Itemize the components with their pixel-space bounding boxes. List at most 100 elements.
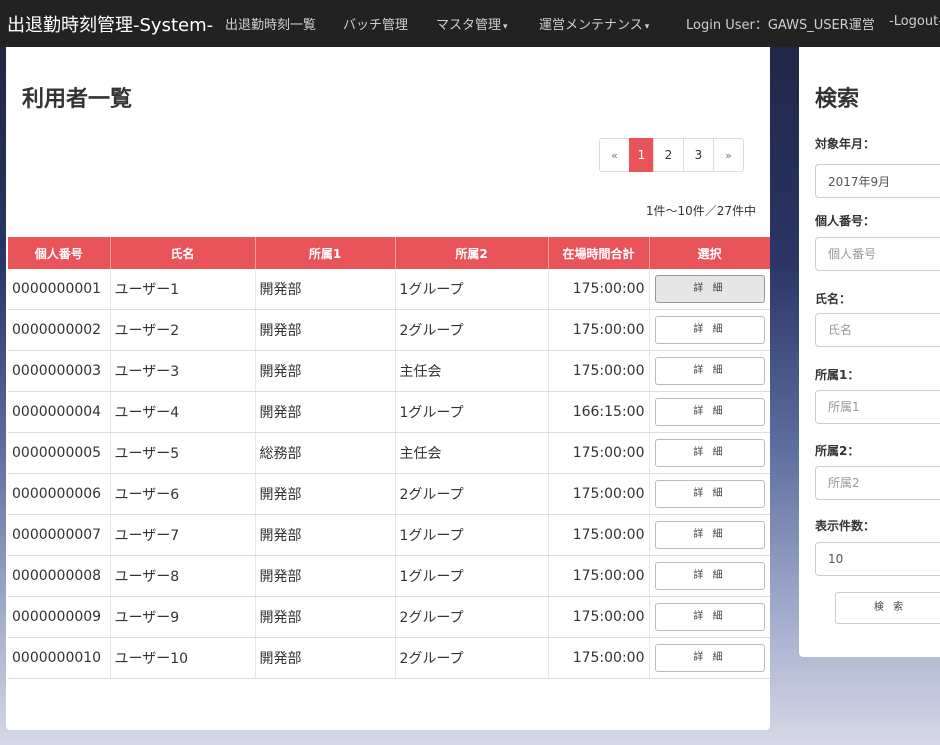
cell-name: ユーザー8: [110, 555, 256, 597]
table-row: 0000000004 ユーザー4 開発部 1グループ 166:15:00 詳 細: [8, 391, 770, 433]
cell-personal-id: 0000000003: [8, 350, 111, 392]
cell-select: 詳 細: [649, 432, 770, 474]
detail-button[interactable]: 詳 細: [654, 357, 765, 385]
cell-name: ユーザー3: [110, 350, 256, 392]
name-label: 氏名：: [815, 292, 852, 306]
cell-name: ユーザー6: [110, 473, 256, 515]
cell-dept1: 開発部: [255, 596, 396, 638]
cell-total-time: 175:00:00: [548, 309, 650, 351]
cell-personal-id: 0000000001: [8, 269, 111, 310]
cell-personal-id: 0000000009: [8, 596, 111, 638]
cell-total-time: 175:00:00: [548, 555, 650, 597]
cell-personal-id: 0000000006: [8, 473, 111, 515]
cell-personal-id: 0000000008: [8, 555, 111, 597]
detail-button[interactable]: 詳 細: [654, 316, 765, 344]
cell-dept1: 総務部: [255, 432, 396, 474]
page-title: 利用者一覧: [22, 87, 133, 112]
pagination-page-2[interactable]: 2: [653, 138, 684, 172]
table-row: 0000000005 ユーザー5 総務部 主任会 175:00:00 詳 細: [8, 432, 770, 474]
pagination-page-1[interactable]: 1: [629, 138, 654, 172]
column-header-dept2: 所属2: [395, 237, 549, 269]
cell-dept2: 1グループ: [395, 391, 549, 433]
search-title: 検索: [815, 87, 860, 112]
cell-select: 詳 細: [649, 596, 770, 638]
dept2-input[interactable]: [815, 466, 940, 500]
dept1-label: 所属1：: [815, 368, 860, 382]
cell-select: 詳 細: [649, 309, 770, 351]
cell-name: ユーザー4: [110, 391, 256, 433]
detail-button[interactable]: 詳 細: [654, 439, 765, 467]
table-header: 個人番号 氏名 所属1 所属2 在場時間合計 選択: [8, 237, 770, 269]
table-row: 0000000007 ユーザー7 開発部 1グループ 175:00:00 詳 細: [8, 514, 770, 556]
cell-dept2: 1グループ: [395, 514, 549, 556]
detail-button[interactable]: 詳 細: [654, 398, 765, 426]
column-header-name: 氏名: [110, 237, 256, 269]
table-row: 0000000001 ユーザー1 開発部 1グループ 175:00:00 詳 細: [8, 269, 770, 310]
cell-total-time: 175:00:00: [548, 514, 650, 556]
cell-personal-id: 0000000005: [8, 432, 111, 474]
table-row: 0000000010 ユーザー10 開発部 2グループ 175:00:00 詳 細: [8, 637, 770, 679]
detail-button[interactable]: 詳 細: [654, 275, 765, 303]
table-row: 0000000006 ユーザー6 開発部 2グループ 175:00:00 詳 細: [8, 473, 770, 515]
cell-dept1: 開発部: [255, 514, 396, 556]
name-input[interactable]: [815, 313, 940, 347]
cell-name: ユーザー1: [110, 269, 256, 310]
nav-operations-maintenance-label: 運営メンテナンス: [539, 18, 643, 33]
cell-dept2: 2グループ: [395, 309, 549, 351]
cell-select: 詳 細: [649, 514, 770, 556]
nav-attendance-list[interactable]: 出退勤時刻一覧: [225, 14, 316, 33]
pagination: « 1 2 3 »: [599, 138, 744, 172]
detail-button[interactable]: 詳 細: [654, 480, 765, 508]
cell-dept2: 2グループ: [395, 473, 549, 515]
nav-operations-maintenance[interactable]: 運営メンテナンス ▾: [539, 14, 649, 33]
cell-dept1: 開発部: [255, 309, 396, 351]
table-row: 0000000002 ユーザー2 開発部 2グループ 175:00:00 詳 細: [8, 309, 770, 351]
cell-total-time: 175:00:00: [548, 473, 650, 515]
user-table: 個人番号 氏名 所属1 所属2 在場時間合計 選択 0000000001 ユーザー…: [8, 237, 770, 679]
cell-dept2: 主任会: [395, 432, 549, 474]
personal-id-input[interactable]: [815, 237, 940, 271]
nav-batch-management[interactable]: バッチ管理: [343, 14, 408, 33]
cell-total-time: 175:00:00: [548, 637, 650, 679]
logout-link[interactable]: -Logout-: [889, 14, 940, 29]
cell-dept1: 開発部: [255, 555, 396, 597]
detail-button[interactable]: 詳 細: [654, 562, 765, 590]
year-month-label: 対象年月：: [815, 137, 876, 151]
cell-personal-id: 0000000010: [8, 637, 111, 679]
app-brand[interactable]: 出退勤時刻管理-System-: [7, 11, 213, 37]
cell-dept1: 開発部: [255, 637, 396, 679]
nav-master-management[interactable]: マスタ管理 ▾: [436, 14, 508, 33]
cell-total-time: 175:00:00: [548, 596, 650, 638]
table-row: 0000000003 ユーザー3 開発部 主任会 175:00:00 詳 細: [8, 350, 770, 392]
cell-name: ユーザー7: [110, 514, 256, 556]
detail-button[interactable]: 詳 細: [654, 521, 765, 549]
year-month-input[interactable]: [815, 164, 940, 198]
cell-total-time: 166:15:00: [548, 391, 650, 433]
cell-dept2: 主任会: [395, 350, 549, 392]
cell-personal-id: 0000000004: [8, 391, 111, 433]
cell-dept1: 開発部: [255, 473, 396, 515]
cell-dept1: 開発部: [255, 391, 396, 433]
detail-button[interactable]: 詳 細: [654, 644, 765, 672]
cell-name: ユーザー2: [110, 309, 256, 351]
dept1-input[interactable]: [815, 390, 940, 424]
display-count-select[interactable]: [815, 542, 940, 576]
pagination-page-3[interactable]: 3: [683, 138, 714, 172]
table-row: 0000000008 ユーザー8 開発部 1グループ 175:00:00 詳 細: [8, 555, 770, 597]
cell-select: 詳 細: [649, 637, 770, 679]
result-count: 1件～10件／27件中: [645, 204, 756, 218]
user-list-panel: 利用者一覧 « 1 2 3 » 1件～10件／27件中 個人番号 氏名 所属1 …: [6, 47, 770, 730]
cell-personal-id: 0000000007: [8, 514, 111, 556]
login-user-text: Login User：GAWS_USER運営: [686, 18, 875, 33]
search-button[interactable]: 検 索: [835, 592, 940, 624]
detail-button[interactable]: 詳 細: [654, 603, 765, 631]
pagination-prev[interactable]: «: [599, 138, 630, 172]
cell-dept1: 開発部: [255, 269, 396, 310]
cell-dept2: 1グループ: [395, 555, 549, 597]
column-header-select: 選択: [649, 237, 770, 269]
cell-select: 詳 細: [649, 391, 770, 433]
cell-total-time: 175:00:00: [548, 432, 650, 474]
cell-dept2: 2グループ: [395, 637, 549, 679]
pagination-next[interactable]: »: [713, 138, 744, 172]
cell-total-time: 175:00:00: [548, 269, 650, 310]
